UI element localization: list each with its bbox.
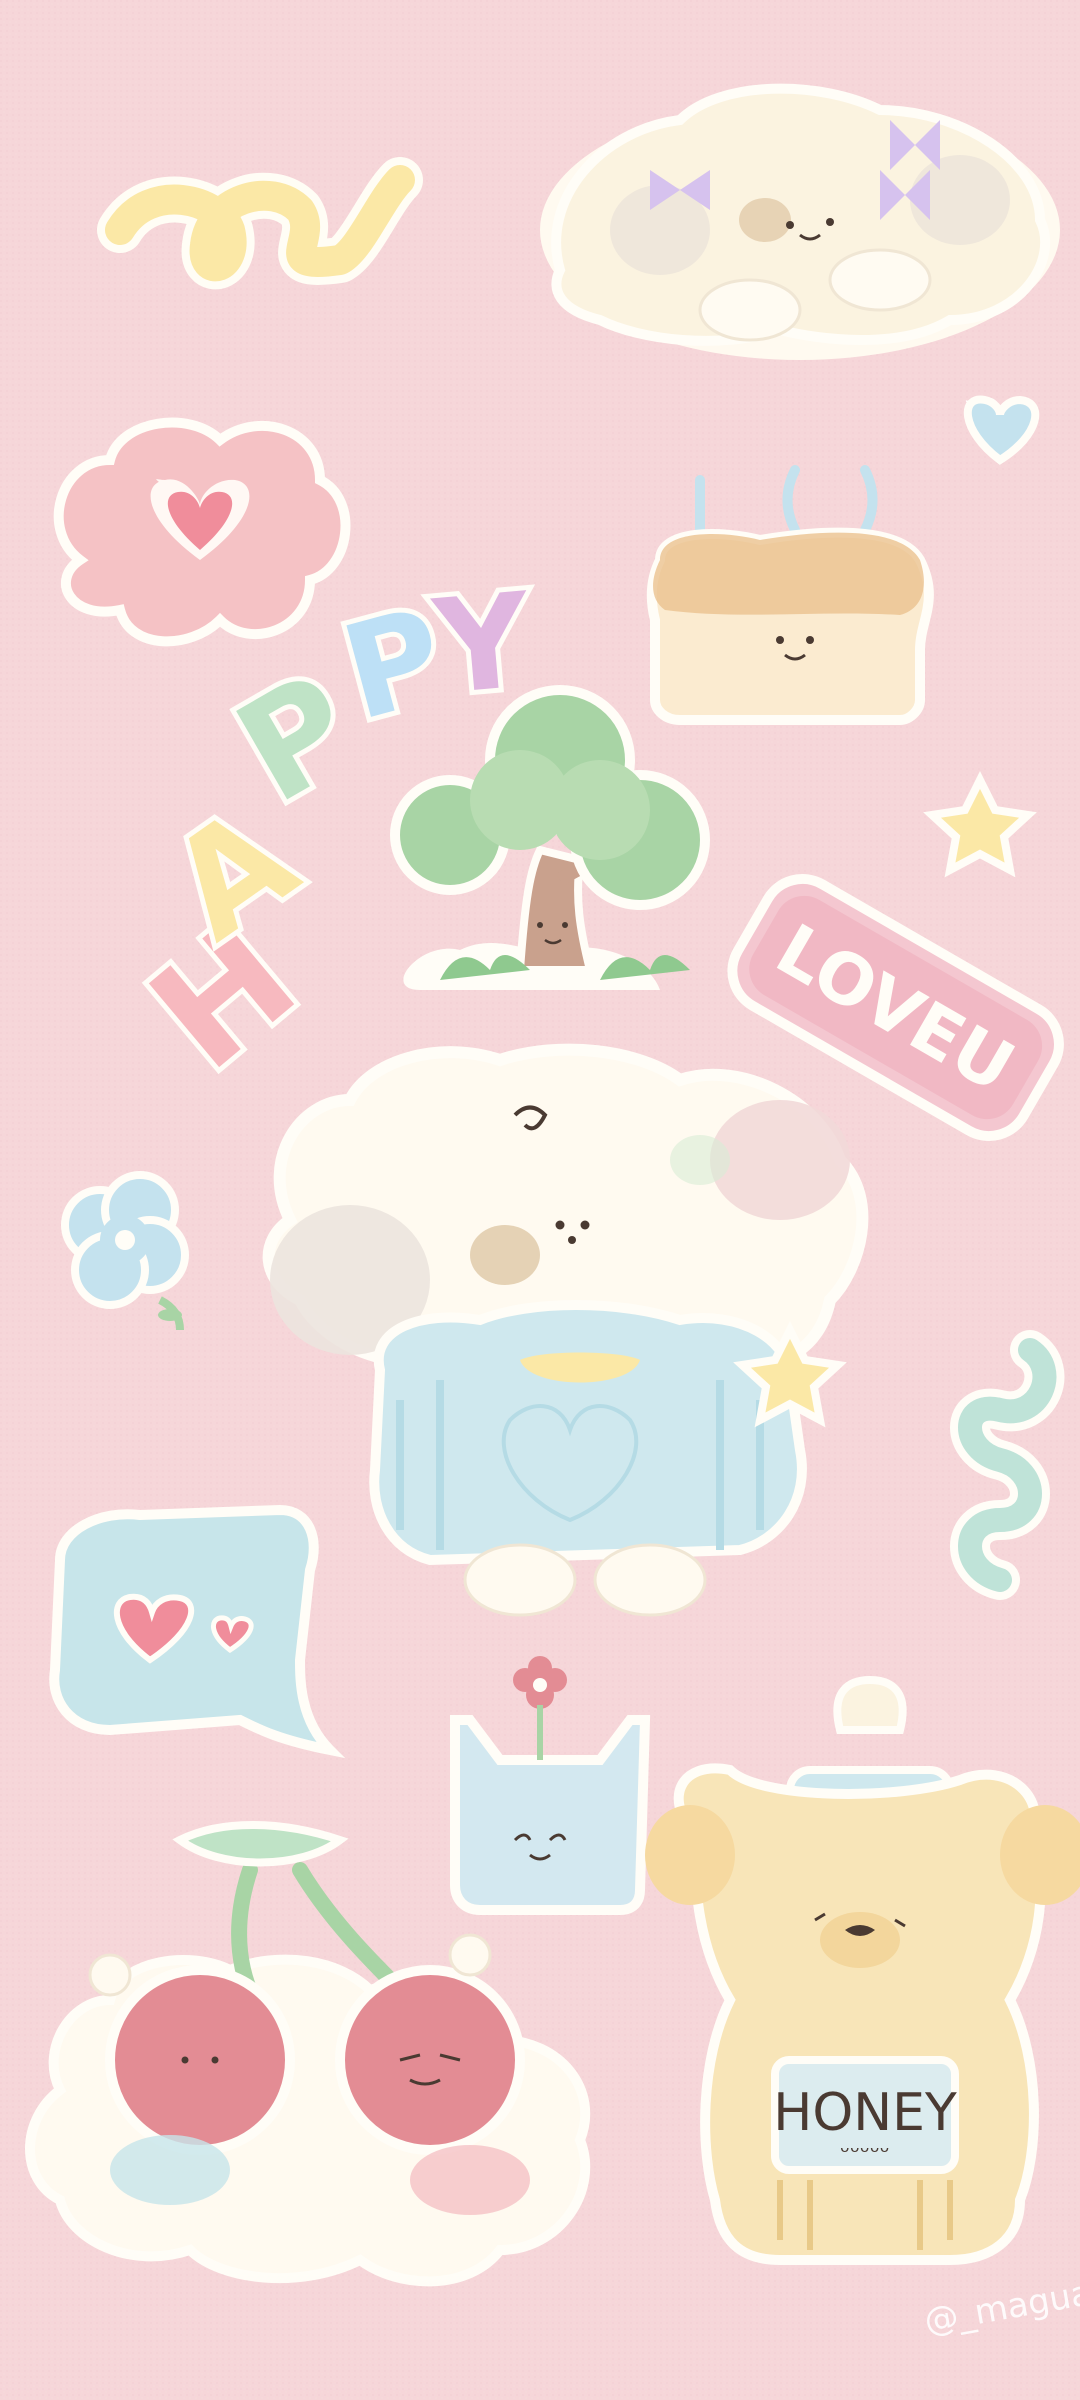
wallpaper-canvas: H A P P Y LOVEU HONEY ᵕᵕᵕᵕᵕ @_magua (0, 0, 1080, 2400)
wallpaper-art: H A P P Y LOVEU HONEY ᵕᵕᵕᵕᵕ @_magua (0, 0, 1080, 2400)
honey-sub-text: ᵕᵕᵕᵕᵕ (840, 2138, 890, 2166)
honey-label-text: HONEY (773, 2083, 957, 2143)
speech-bubble-sticker (49, 1504, 346, 1759)
